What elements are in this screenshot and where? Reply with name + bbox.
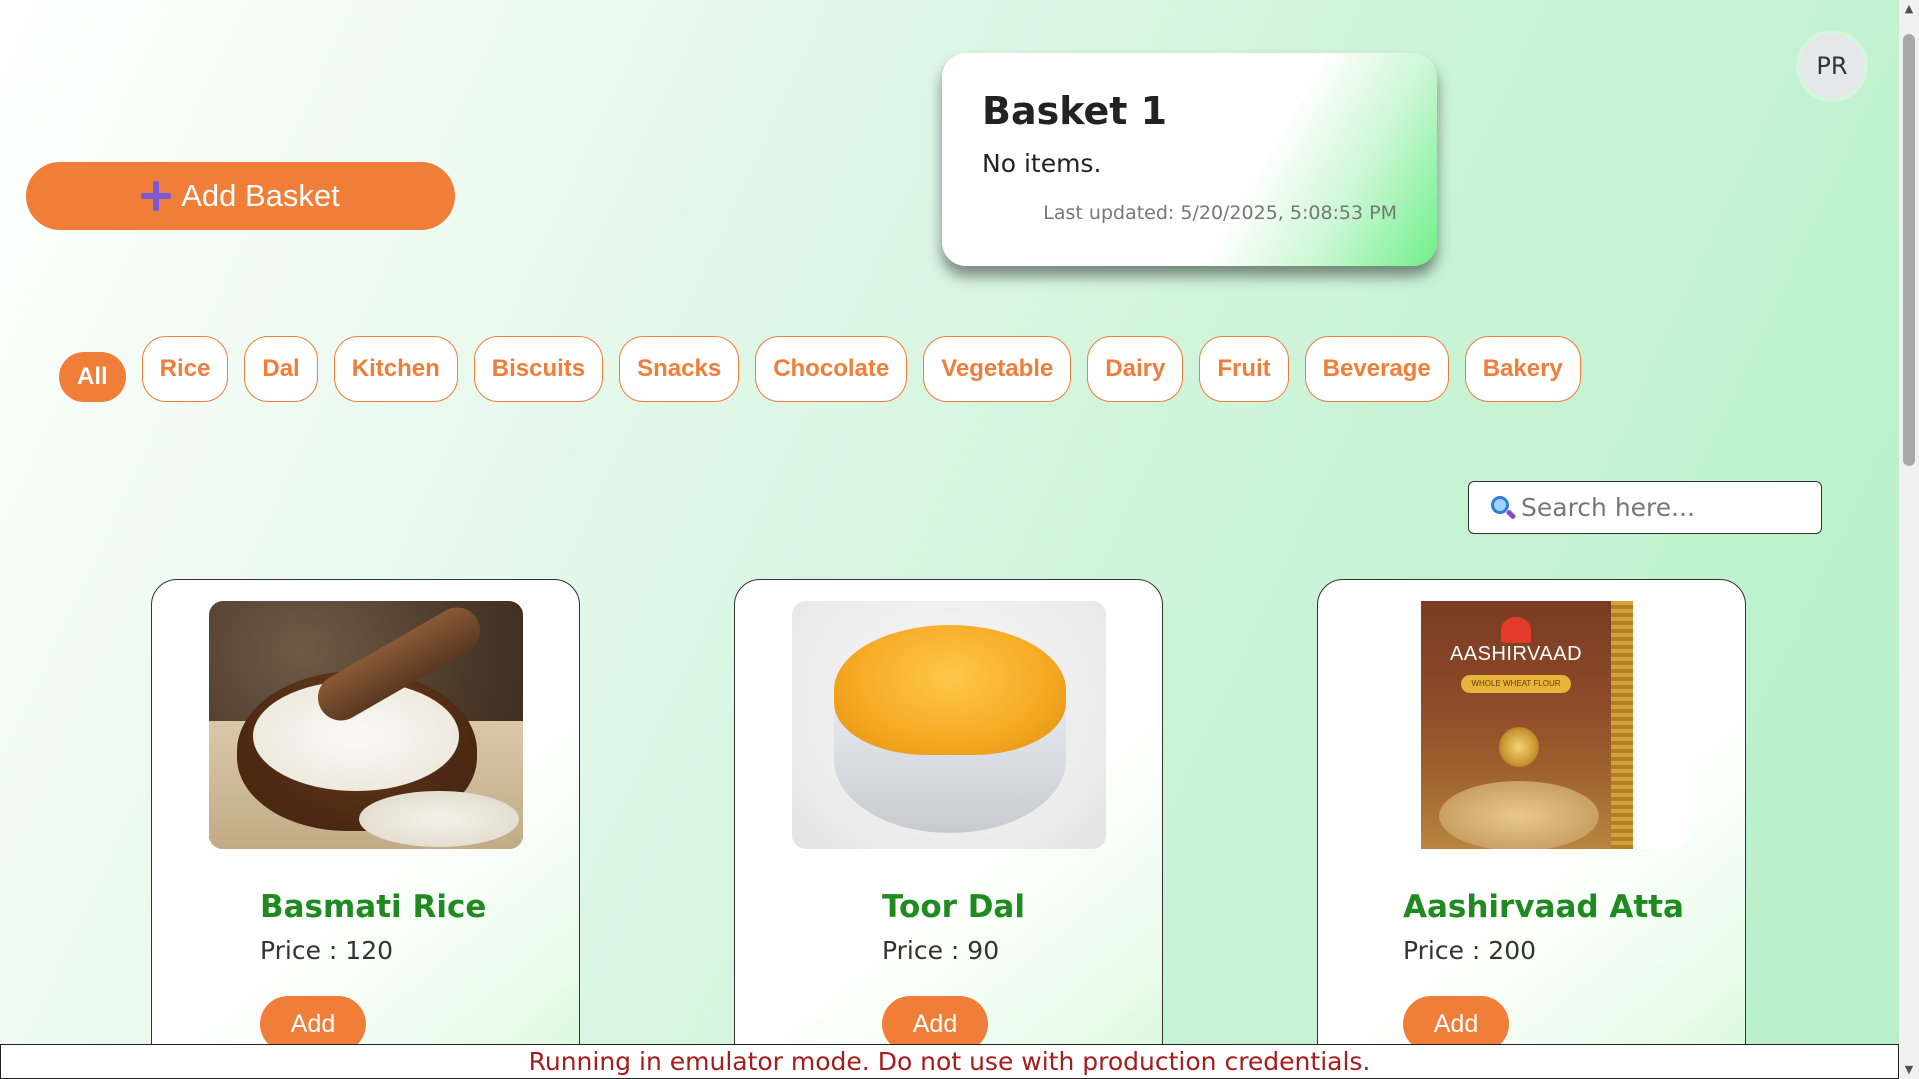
avatar-initials: PR bbox=[1816, 52, 1848, 80]
category-dal[interactable]: Dal bbox=[244, 336, 318, 402]
product-name: Basmati Rice bbox=[260, 889, 487, 925]
product-name: Aashirvaad Atta bbox=[1403, 889, 1684, 925]
product-price: Price : 200 bbox=[1403, 936, 1537, 965]
category-snacks[interactable]: Snacks bbox=[619, 336, 740, 402]
user-avatar[interactable]: PR bbox=[1796, 30, 1868, 102]
category-all[interactable]: All bbox=[59, 352, 126, 402]
basket-last-updated: Last updated: 5/20/2025, 5:08:53 PM bbox=[1043, 202, 1397, 224]
product-image-basmati-rice bbox=[209, 601, 523, 849]
scroll-up-arrow-icon[interactable]: ▲ bbox=[1899, 0, 1919, 18]
product-card-aashirvaad-atta: AASHIRVAAD WHOLE WHEAT FLOUR Aashirvaad … bbox=[1317, 579, 1746, 1079]
category-vegetable[interactable]: Vegetable bbox=[923, 336, 1072, 402]
add-basket-label: Add Basket bbox=[181, 178, 340, 213]
vertical-scrollbar[interactable]: ▲ ▼ bbox=[1899, 0, 1919, 1079]
basket-items-status: No items. bbox=[982, 149, 1102, 178]
category-chocolate[interactable]: Chocolate bbox=[755, 336, 908, 402]
product-price: Price : 90 bbox=[882, 936, 1000, 965]
search-box bbox=[1468, 481, 1822, 534]
scroll-down-arrow-icon[interactable]: ▼ bbox=[1899, 1061, 1919, 1079]
product-card-basmati-rice: Basmati Rice Price : 120 Add bbox=[151, 579, 580, 1079]
page: PR Add Basket Basket 1 No items. Last up… bbox=[0, 0, 1899, 1079]
category-fruit[interactable]: Fruit bbox=[1199, 336, 1289, 402]
brand-logo-icon bbox=[1501, 617, 1531, 643]
add-basket-button[interactable]: Add Basket bbox=[26, 162, 455, 230]
pack-brand-text: AASHIRVAAD bbox=[1449, 643, 1583, 665]
category-dairy[interactable]: Dairy bbox=[1087, 336, 1184, 402]
category-biscuits[interactable]: Biscuits bbox=[473, 336, 604, 402]
plus-icon bbox=[141, 181, 172, 211]
category-kitchen[interactable]: Kitchen bbox=[333, 336, 458, 402]
product-card-toor-dal: Toor Dal Price : 90 Add bbox=[734, 579, 1163, 1079]
search-input[interactable] bbox=[1521, 493, 1811, 522]
product-image-aashirvaad-atta: AASHIRVAAD WHOLE WHEAT FLOUR bbox=[1375, 601, 1689, 849]
category-rice[interactable]: Rice bbox=[141, 336, 229, 402]
category-beverage[interactable]: Beverage bbox=[1304, 336, 1449, 402]
search-icon bbox=[1489, 494, 1517, 522]
basket-card[interactable]: Basket 1 No items. Last updated: 5/20/20… bbox=[942, 53, 1437, 266]
product-name: Toor Dal bbox=[882, 889, 1025, 925]
product-image-toor-dal bbox=[792, 601, 1106, 849]
basket-title: Basket 1 bbox=[982, 89, 1168, 133]
category-filter-bar: All Rice Dal Kitchen Biscuits Snacks Cho… bbox=[59, 336, 1581, 402]
emulator-warning-banner: Running in emulator mode. Do not use wit… bbox=[0, 1044, 1899, 1079]
scrollbar-thumb[interactable] bbox=[1903, 34, 1915, 466]
category-bakery[interactable]: Bakery bbox=[1464, 336, 1581, 402]
product-price: Price : 120 bbox=[260, 936, 394, 965]
pack-tag-text: WHOLE WHEAT FLOUR bbox=[1461, 675, 1571, 693]
